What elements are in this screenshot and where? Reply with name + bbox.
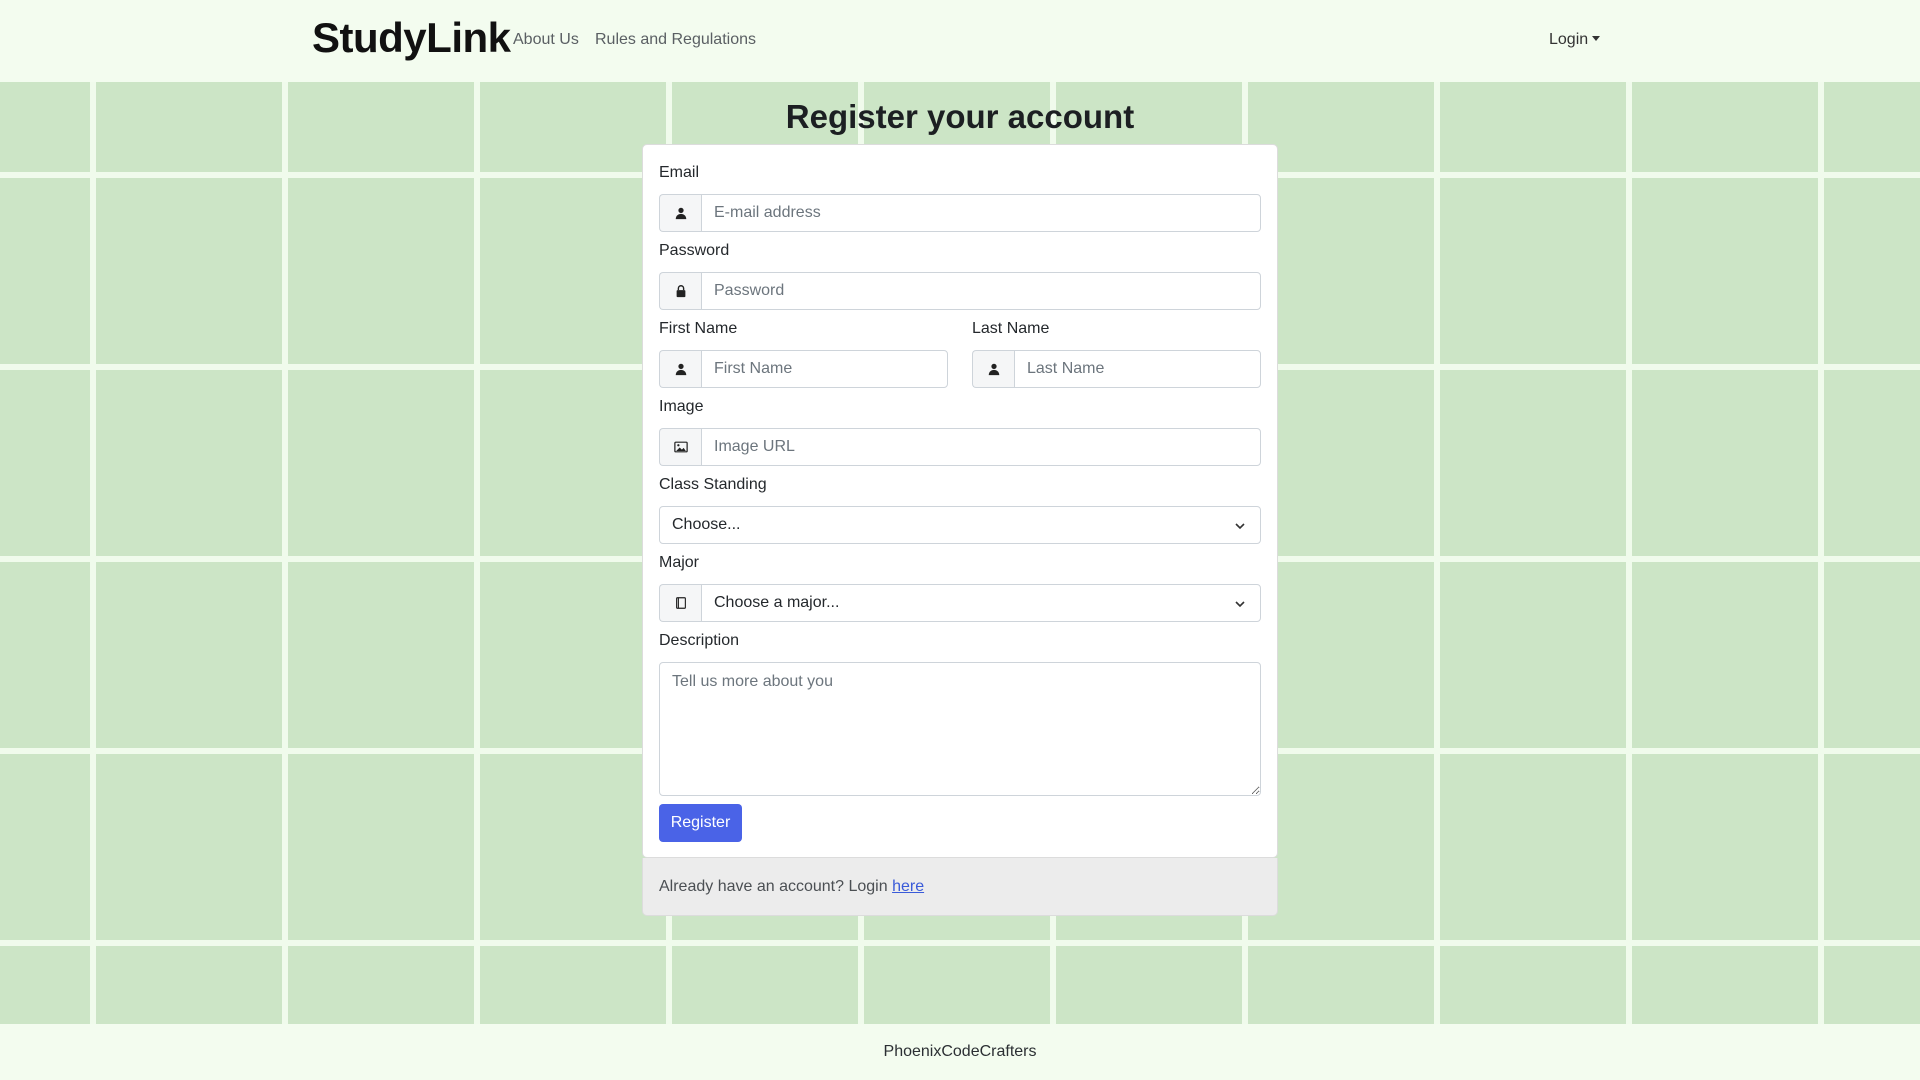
chevron-down-icon (1235, 523, 1245, 530)
login-here-link[interactable]: here (892, 878, 924, 895)
site-footer: PhoenixCodeCrafters (0, 1024, 1920, 1080)
image-icon (659, 428, 701, 466)
major-value: Choose a major... (714, 594, 840, 611)
description-label: Description (659, 632, 740, 649)
class-standing-label: Class Standing (659, 476, 767, 493)
password-input[interactable] (701, 272, 1261, 310)
user-icon (972, 350, 1014, 388)
first-name-input-group (659, 350, 948, 388)
image-label: Image (659, 398, 704, 415)
lock-icon (659, 272, 701, 310)
book-icon (659, 584, 701, 622)
major-label: Major (659, 554, 700, 571)
major-select[interactable]: Choose a major... (701, 584, 1261, 622)
user-icon (659, 350, 701, 388)
email-input[interactable] (701, 194, 1261, 232)
class-standing-value: Choose... (672, 516, 741, 533)
login-prompt-text: Already have an account? Login (659, 878, 893, 895)
user-icon (659, 194, 701, 232)
last-name-input-group (972, 350, 1261, 388)
password-label: Password (659, 242, 730, 259)
nav-link-about-us[interactable]: About Us (513, 31, 579, 49)
page-title: Register your account (785, 98, 1135, 135)
email-input-group (659, 194, 1261, 232)
last-name-label: Last Name (972, 320, 1050, 337)
footer-text: PhoenixCodeCrafters (883, 1043, 1037, 1060)
password-input-group (659, 272, 1261, 310)
description-textarea[interactable] (659, 662, 1261, 796)
navbar: StudyLink About Us Rules and Regulations… (0, 0, 1920, 82)
first-name-label: First Name (659, 320, 738, 337)
login-dropdown[interactable]: Login (1549, 31, 1601, 49)
caret-down-icon (1592, 36, 1601, 41)
card-footer: Already have an account? Login here (642, 858, 1278, 916)
register-card: Email Password First Name Last Name Imag… (642, 144, 1278, 858)
image-url-input[interactable] (701, 428, 1261, 466)
class-standing-select[interactable]: Choose... (659, 506, 1261, 544)
major-input-group: Choose a major... (659, 584, 1261, 622)
last-name-input[interactable] (1014, 350, 1261, 388)
login-dropdown-label: Login (1549, 31, 1589, 48)
chevron-down-icon (1235, 601, 1245, 608)
image-input-group (659, 428, 1261, 466)
register-button[interactable]: Register (659, 804, 742, 842)
nav-link-rules[interactable]: Rules and Regulations (595, 31, 756, 49)
brand-logo[interactable]: StudyLink (312, 14, 511, 62)
email-label: Email (659, 164, 700, 181)
first-name-input[interactable] (701, 350, 948, 388)
